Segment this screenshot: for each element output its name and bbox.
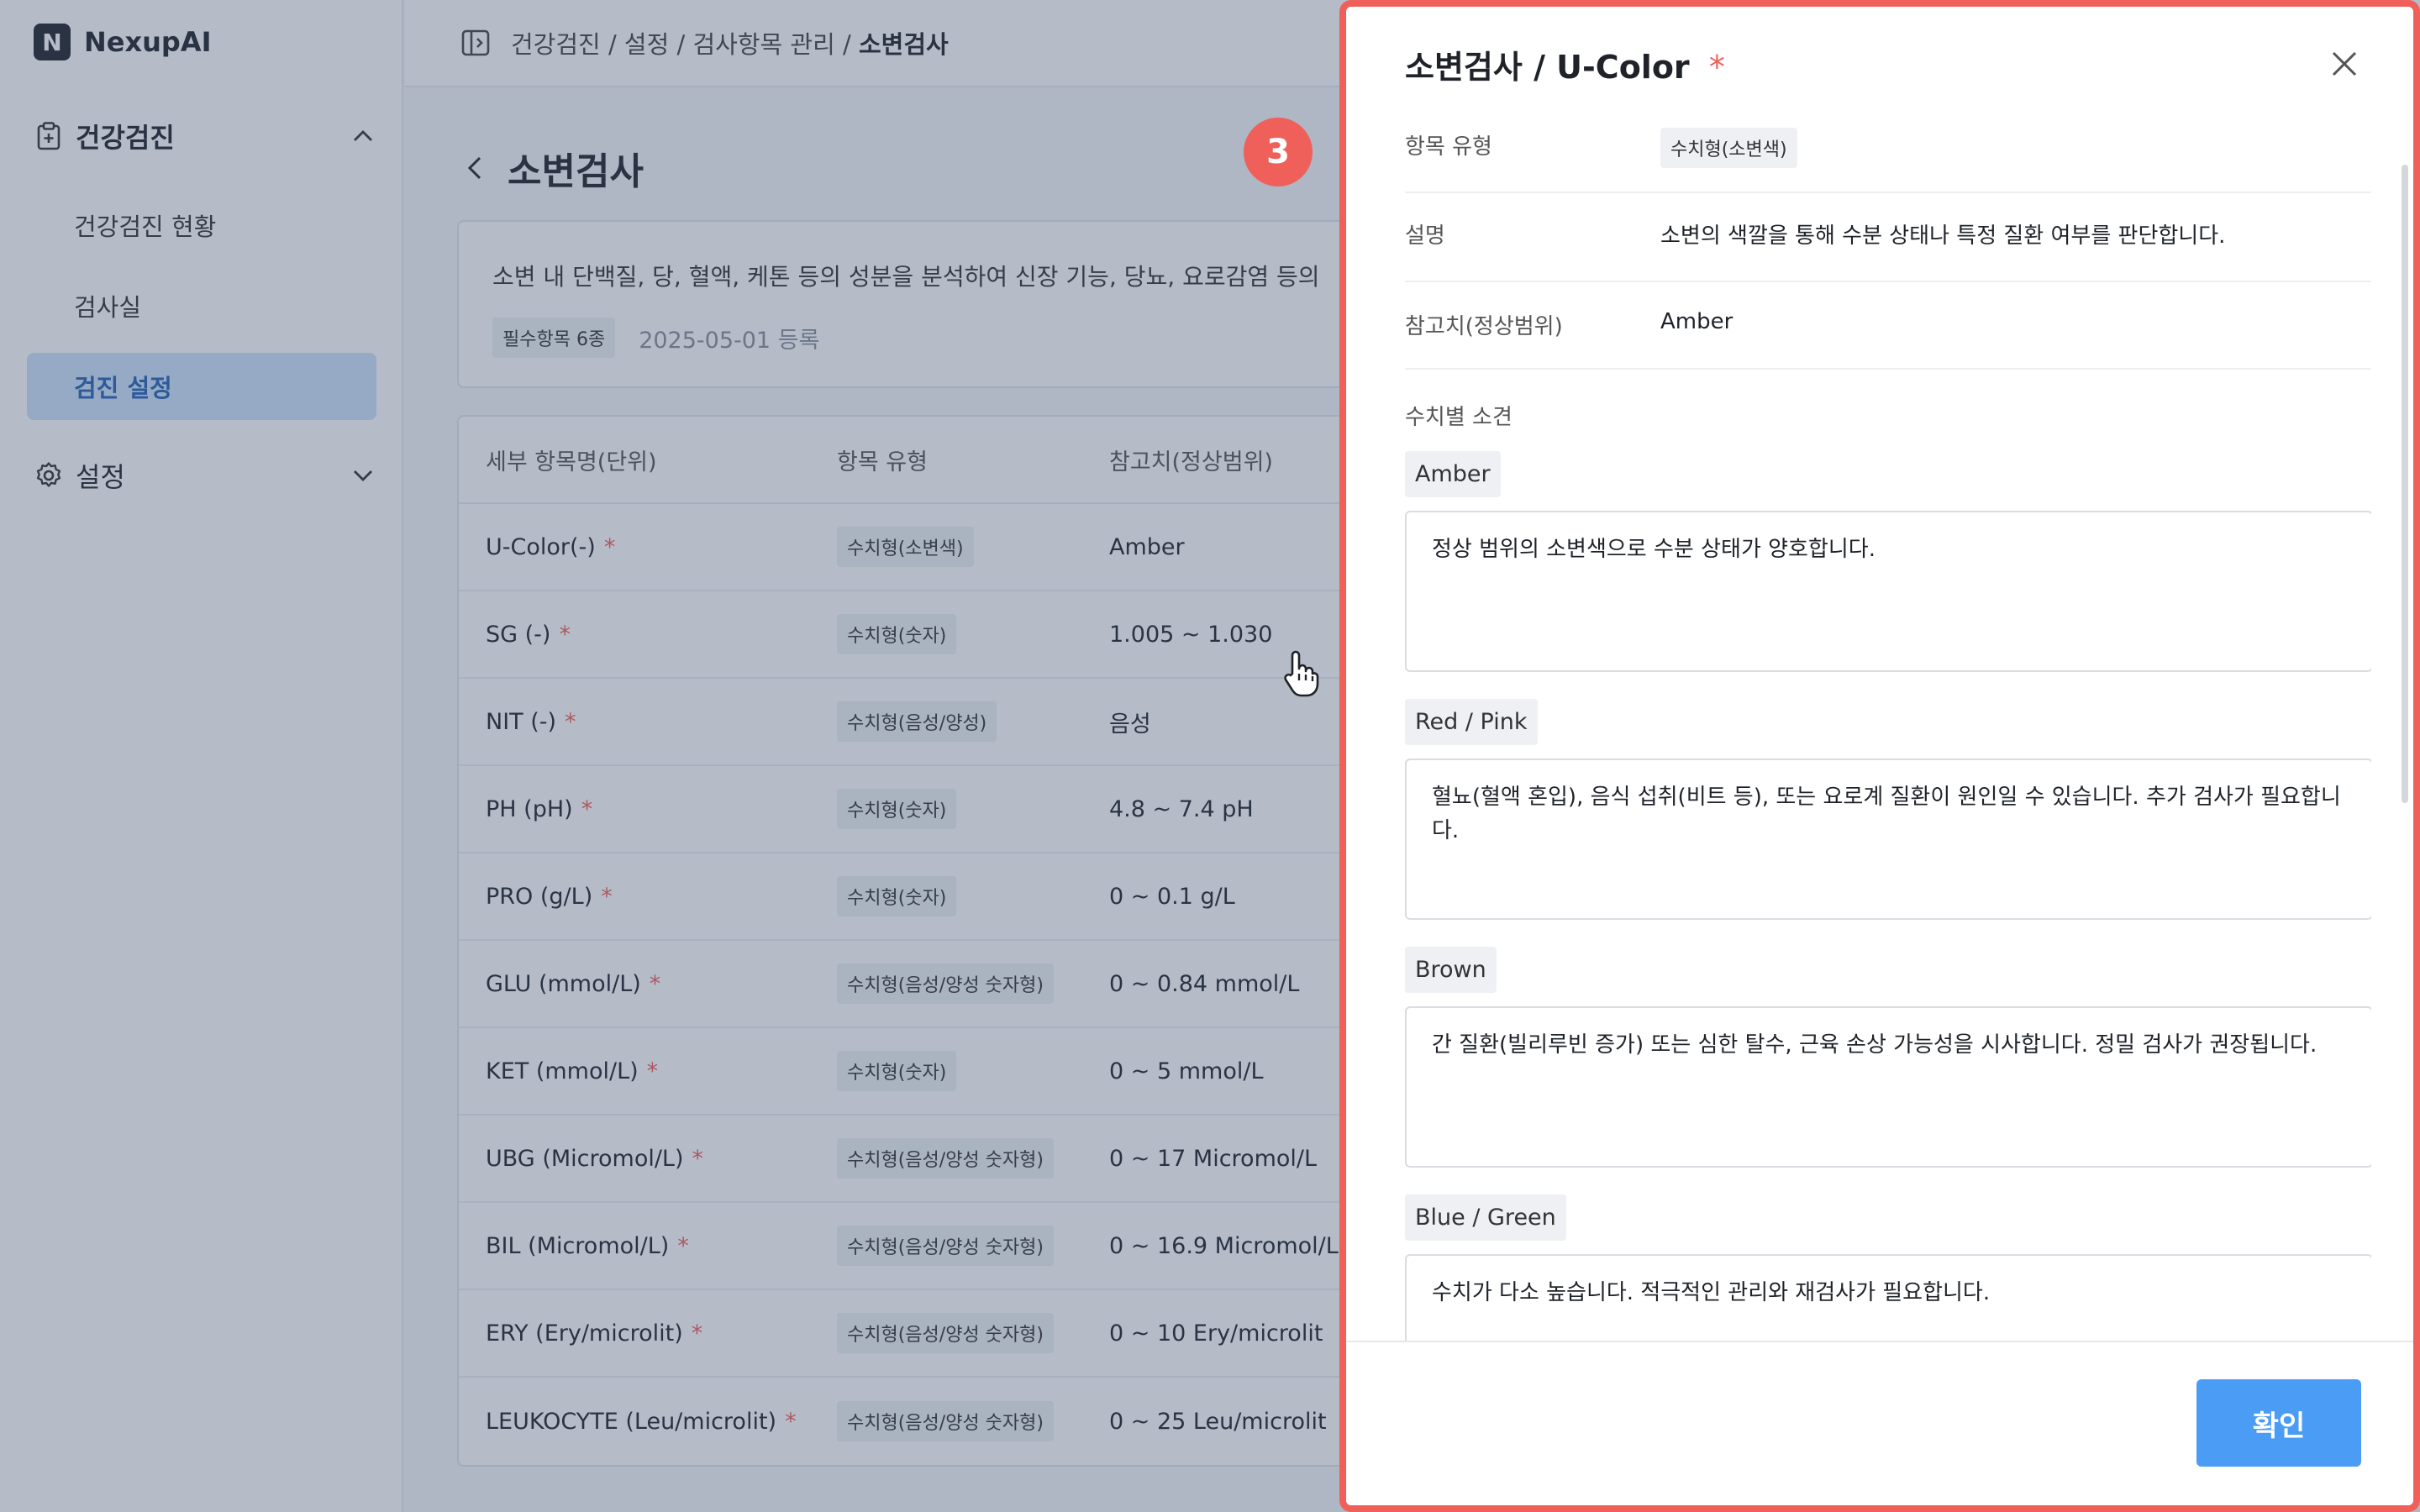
finding-item: Red / Pink 혈뇨(혈액 혼입), 음식 섭취(비트 등), 또는 요로계…: [1405, 699, 2371, 920]
field-value: 소변의 색깔을 통해 수분 상태나 특정 질환 여부를 판단합니다.: [1660, 223, 2226, 249]
finding-item: Amber 정상 범위의 소변색으로 수분 상태가 양호합니다.: [1405, 451, 2371, 672]
finding-textarea[interactable]: 정상 범위의 소변색으로 수분 상태가 양호합니다.: [1405, 511, 2371, 672]
close-icon[interactable]: [2326, 45, 2363, 82]
finding-value-tag: Amber: [1405, 451, 1501, 497]
drawer-header: 소변검사 / U-Color *: [1405, 40, 2363, 87]
field-reference: 참고치(정상범위) Amber: [1405, 282, 2371, 370]
drawer-body[interactable]: 항목 유형 수치형(소변색) 설명 소변의 색깔을 통해 수분 상태나 특정 질…: [1405, 116, 2371, 1359]
step-number-badge: 3: [1244, 118, 1313, 186]
finding-item: Brown 간 질환(빌리루빈 증가) 또는 심한 탈수, 근육 손상 가능성을 …: [1405, 947, 2371, 1168]
drawer-title: 소변검사 / U-Color *: [1405, 41, 2326, 87]
field-item-type: 항목 유형 수치형(소변색): [1405, 116, 2371, 193]
drawer-title-text: 소변검사 / U-Color: [1405, 48, 1690, 86]
finding-textarea[interactable]: 혈뇨(혈액 혼입), 음식 섭취(비트 등), 또는 요로계 질환이 원인일 수…: [1405, 759, 2371, 920]
confirm-button[interactable]: 확인: [2196, 1379, 2361, 1467]
required-mark: *: [1708, 48, 1725, 86]
field-label: 항목 유형: [1405, 134, 1492, 160]
field-value: Amber: [1660, 309, 1733, 334]
field-description: 설명 소변의 색깔을 통해 수분 상태나 특정 질환 여부를 판단합니다.: [1405, 193, 2371, 282]
item-detail-drawer: 소변검사 / U-Color * 항목 유형 수치형(소변색) 설명 소변의 색…: [1339, 0, 2420, 1512]
hand-pointer-cursor-icon: [1279, 648, 1321, 699]
findings-list: Amber 정상 범위의 소변색으로 수분 상태가 양호합니다. Red / Pin…: [1405, 451, 2371, 1359]
drawer-scrollbar[interactable]: [2402, 165, 2408, 803]
findings-section-label: 수치별 소견: [1405, 405, 1512, 430]
finding-value-tag: Red / Pink: [1405, 699, 1538, 745]
field-value: 수치형(소변색): [1660, 116, 1797, 168]
finding-value-tag: Blue / Green: [1405, 1194, 1566, 1241]
field-label: 설명: [1405, 223, 1445, 249]
finding-item: Blue / Green 수치가 다소 높습니다. 적극적인 관리와 재검사가 필…: [1405, 1194, 2371, 1359]
finding-textarea[interactable]: 간 질환(빌리루빈 증가) 또는 심한 탈수, 근육 손상 가능성을 시사합니다…: [1405, 1006, 2371, 1168]
item-type-badge: 수치형(소변색): [1660, 128, 1797, 168]
field-label: 참고치(정상범위): [1405, 314, 1563, 339]
drawer-footer: 확인: [1346, 1341, 2413, 1505]
finding-value-tag: Brown: [1405, 947, 1497, 993]
